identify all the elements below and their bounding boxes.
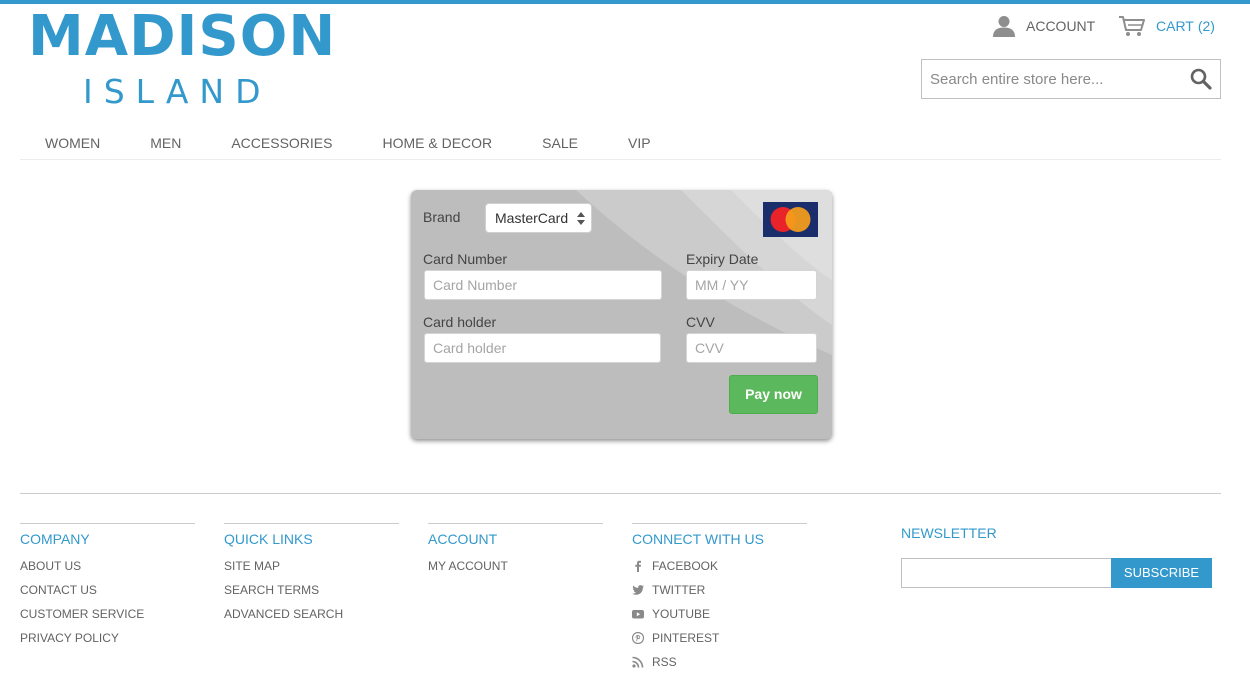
nav-item-sale[interactable]: SALE: [517, 128, 603, 159]
contact-us-link[interactable]: CONTACT US: [20, 582, 195, 606]
newsletter-title: NEWSLETTER: [901, 525, 997, 541]
search-input[interactable]: [922, 60, 1180, 98]
nav-item-accessories[interactable]: ACCESSORIES: [206, 128, 357, 159]
card-holder-label: Card holder: [423, 314, 497, 330]
company-title: COMPANY: [20, 531, 90, 547]
card-holder-input[interactable]: [424, 333, 661, 363]
newsletter-email-input[interactable]: [901, 558, 1112, 588]
cart-link[interactable]: CART (2): [1118, 14, 1215, 38]
column-divider: [428, 523, 603, 524]
brand-select-value: MasterCard: [495, 210, 569, 226]
column-divider: [20, 523, 195, 524]
privacy-policy-link[interactable]: PRIVACY POLICY: [20, 630, 195, 654]
facebook-label: FACEBOOK: [652, 559, 719, 573]
main-navigation: WOMEN MEN ACCESSORIES HOME & DECOR SALE …: [20, 128, 1221, 160]
select-arrows-icon: [577, 212, 585, 225]
account-title: ACCOUNT: [428, 531, 498, 547]
footer-connect-column: CONNECT WITH US FACEBOOK TWITTER YOUTUBE…: [632, 523, 807, 678]
store-logo[interactable]: MADISON ISLAND: [28, 6, 335, 112]
footer-company-column: COMPANY ABOUT US CONTACT US CUSTOMER SER…: [20, 523, 195, 654]
connect-title: CONNECT WITH US: [632, 531, 764, 547]
facebook-icon: [635, 560, 641, 572]
mastercard-logo-graphic: [770, 207, 811, 232]
youtube-label: YOUTUBE: [652, 607, 711, 621]
cart-label: CART: [1156, 18, 1194, 34]
cvv-input[interactable]: [686, 333, 817, 363]
card-number-label: Card Number: [423, 251, 508, 267]
footer-account-column: ACCOUNT MY ACCOUNT: [428, 523, 603, 582]
cart-icon: [1119, 16, 1145, 36]
rss-icon: [632, 656, 644, 668]
column-divider: [632, 523, 807, 524]
twitter-link[interactable]: TWITTER: [632, 582, 807, 606]
footer-divider: [20, 493, 1221, 494]
quick-links-title: QUICK LINKS: [224, 531, 313, 547]
customer-service-link[interactable]: CUSTOMER SERVICE: [20, 606, 195, 630]
twitter-icon: [632, 585, 644, 595]
nav-item-home-decor[interactable]: HOME & DECOR: [357, 128, 517, 159]
facebook-link[interactable]: FACEBOOK: [632, 558, 807, 582]
rss-label: RSS: [652, 655, 677, 669]
search-terms-link[interactable]: SEARCH TERMS: [224, 582, 399, 606]
search-icon[interactable]: [1190, 68, 1212, 90]
about-us-link[interactable]: ABOUT US: [20, 558, 195, 582]
account-label: ACCOUNT: [1026, 18, 1096, 34]
newsletter-section: NEWSLETTER SUBSCRIBE: [901, 522, 1221, 588]
twitter-label: TWITTER: [652, 583, 706, 597]
footer-quick-links-column: QUICK LINKS SITE MAP SEARCH TERMS ADVANC…: [224, 523, 399, 630]
nav-item-women[interactable]: WOMEN: [20, 128, 125, 159]
logo-sub-text: ISLAND: [83, 72, 272, 111]
pinterest-label: PINTEREST: [652, 631, 720, 645]
pinterest-link[interactable]: PINTEREST: [632, 630, 807, 654]
advanced-search-link[interactable]: ADVANCED SEARCH: [224, 606, 399, 630]
account-link[interactable]: ACCOUNT: [992, 14, 1095, 38]
brand-label: Brand: [423, 209, 461, 225]
pinterest-icon: [632, 632, 644, 644]
nav-item-men[interactable]: MEN: [125, 128, 206, 159]
payment-card-form: Brand MasterCard Card Number Expiry Date…: [411, 190, 832, 439]
cart-count-badge: (2): [1197, 18, 1215, 34]
my-account-link[interactable]: MY ACCOUNT: [428, 558, 603, 582]
card-number-input[interactable]: [424, 270, 662, 300]
pay-now-button[interactable]: Pay now: [729, 375, 818, 414]
expiry-date-input[interactable]: [686, 270, 817, 300]
nav-item-vip[interactable]: VIP: [603, 128, 676, 159]
column-divider: [224, 523, 399, 524]
site-map-link[interactable]: SITE MAP: [224, 558, 399, 582]
subscribe-button[interactable]: SUBSCRIBE: [1111, 558, 1212, 588]
logo-main-text: MADISON: [28, 4, 337, 69]
search-box: [921, 59, 1221, 99]
user-icon: [993, 16, 1015, 37]
mastercard-logo: [763, 202, 818, 237]
brand-select[interactable]: MasterCard: [485, 203, 592, 233]
expiry-date-label: Expiry Date: [686, 251, 759, 267]
cvv-label: CVV: [686, 314, 715, 330]
youtube-icon: [632, 610, 644, 619]
youtube-link[interactable]: YOUTUBE: [632, 606, 807, 630]
rss-link[interactable]: RSS: [632, 654, 807, 678]
